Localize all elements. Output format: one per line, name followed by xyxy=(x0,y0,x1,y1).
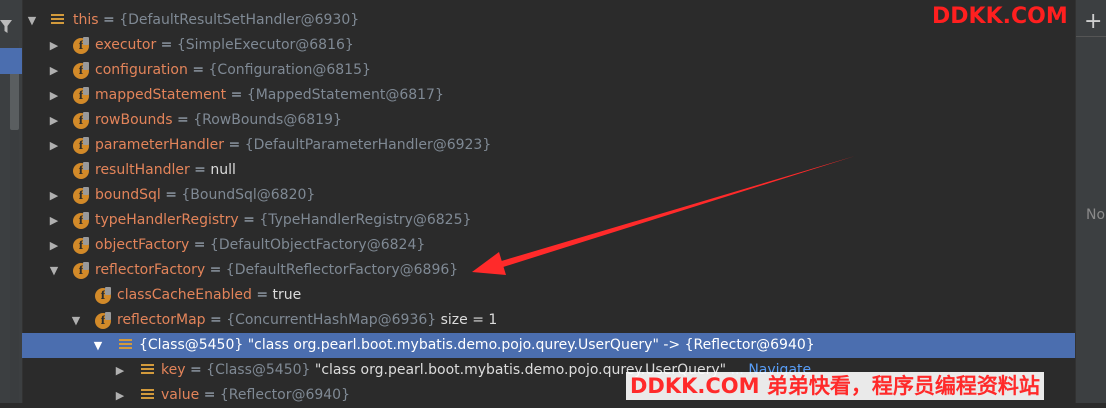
lock-icon xyxy=(83,137,89,145)
lock-icon xyxy=(83,162,89,170)
variable-name: boundSql xyxy=(95,187,161,203)
expand-right-icon[interactable]: ▶ xyxy=(48,183,60,208)
variable-name: this xyxy=(73,12,99,28)
variable-name: typeHandlerRegistry xyxy=(95,212,239,228)
lock-icon xyxy=(83,262,89,270)
add-watch-icon[interactable]: + xyxy=(1084,10,1102,34)
expand-right-icon[interactable]: ▶ xyxy=(114,383,126,408)
variable-value: {Configuration@6815} xyxy=(208,62,371,78)
variable-name: key xyxy=(161,362,186,378)
expand-right-icon[interactable]: ▶ xyxy=(48,58,60,83)
variable-name: executor xyxy=(95,37,157,53)
strip-divider xyxy=(1076,36,1106,37)
tree-row-reflectormap[interactable]: ▼ f reflectorMap = {ConcurrentHashMap@69… xyxy=(22,308,1075,333)
size-label: size = 1 xyxy=(436,312,498,328)
variable-value: null xyxy=(210,162,236,178)
expand-right-icon[interactable]: ▶ xyxy=(48,83,60,108)
tree-row-objectfactory[interactable]: ▶ f objectFactory = {DefaultObjectFactor… xyxy=(22,233,1075,258)
variable-value: {Reflector@6940} xyxy=(219,387,350,403)
tree-row-typehandlerregistry[interactable]: ▶ f typeHandlerRegistry = {TypeHandlerRe… xyxy=(22,208,1075,233)
lock-icon xyxy=(105,312,111,320)
map-entry-icon xyxy=(119,339,132,352)
tree-row-resulthandler[interactable]: f resultHandler = null xyxy=(22,158,1075,183)
lock-icon xyxy=(83,237,89,245)
expand-down-icon[interactable]: ▼ xyxy=(48,258,60,283)
variable-value: {DefaultReflectorFactory@6896} xyxy=(225,262,459,278)
variable-value: {TypeHandlerRegistry@6825} xyxy=(259,212,472,228)
variable-name: parameterHandler xyxy=(95,137,225,153)
entry-key-value: {Class@5450} xyxy=(139,337,244,353)
lock-icon xyxy=(83,87,89,95)
filter-icon[interactable] xyxy=(0,20,12,34)
variable-value: {SimpleExecutor@6816} xyxy=(176,37,354,53)
tree-row-parameterhandler[interactable]: ▶ f parameterHandler = {DefaultParameter… xyxy=(22,133,1075,158)
expand-right-icon[interactable]: ▶ xyxy=(114,358,126,383)
lock-icon xyxy=(83,37,89,45)
expand-right-icon[interactable]: ▶ xyxy=(48,108,60,133)
expand-down-icon[interactable]: ▼ xyxy=(92,333,104,358)
expand-right-icon[interactable]: ▶ xyxy=(48,33,60,58)
variable-value: {BoundSql@6820} xyxy=(181,187,316,203)
tree-row-executor[interactable]: ▶ f executor = {SimpleExecutor@6816} xyxy=(22,33,1075,58)
variable-name: value xyxy=(161,387,200,403)
local-variable-icon xyxy=(51,14,64,27)
tree-row-map-entry[interactable]: ▼ {Class@5450} "class org.pearl.boot.myb… xyxy=(22,333,1075,358)
variable-value: {Class@5450} xyxy=(206,362,311,378)
entry-description: "class org.pearl.boot.mybatis.demo.pojo.… xyxy=(243,337,815,353)
tree-row-mappedstatement[interactable]: ▶ f mappedStatement = {MappedStatement@6… xyxy=(22,83,1075,108)
lock-icon xyxy=(83,62,89,70)
expand-down-icon[interactable]: ▼ xyxy=(26,8,38,33)
lock-icon xyxy=(83,112,89,120)
variable-value: {DefaultParameterHandler@6923} xyxy=(244,137,492,153)
right-tool-strip xyxy=(1075,0,1106,403)
expand-down-icon[interactable]: ▼ xyxy=(70,308,82,333)
variable-name: reflectorFactory xyxy=(95,262,206,278)
gutter-selection-marker xyxy=(0,48,22,74)
variable-value: {MappedStatement@6817} xyxy=(246,87,444,103)
variable-value: {DefaultObjectFactory@6824} xyxy=(209,237,426,253)
variable-name: configuration xyxy=(95,62,188,78)
variable-name: resultHandler xyxy=(95,162,190,178)
variable-name: classCacheEnabled xyxy=(117,287,252,303)
variables-tree[interactable]: ▼ this = {DefaultResultSetHandler@6930} … xyxy=(22,8,1075,403)
watermark-top: DDKK.COM xyxy=(932,4,1068,29)
variable-value: true xyxy=(272,287,302,303)
expand-right-icon[interactable]: ▶ xyxy=(48,208,60,233)
local-variable-icon xyxy=(141,364,154,377)
variable-value: {RowBounds@6819} xyxy=(193,112,342,128)
tree-row-this[interactable]: ▼ this = {DefaultResultSetHandler@6930} xyxy=(22,8,1075,33)
lock-icon xyxy=(83,187,89,195)
tree-row-reflectorfactory[interactable]: ▼ f reflectorFactory = {DefaultReflector… xyxy=(22,258,1075,283)
variable-name: reflectorMap xyxy=(117,312,206,328)
variable-name: mappedStatement xyxy=(95,87,227,103)
variable-value: {ConcurrentHashMap@6936} xyxy=(226,312,437,328)
expand-right-icon[interactable]: ▶ xyxy=(48,233,60,258)
side-panel-text: No xyxy=(1086,207,1106,223)
tree-row-boundsql[interactable]: ▶ f boundSql = {BoundSql@6820} xyxy=(22,183,1075,208)
variable-name: rowBounds xyxy=(95,112,173,128)
tree-row-configuration[interactable]: ▶ f configuration = {Configuration@6815} xyxy=(22,58,1075,83)
watermark-bottom: DDKK.COM 弟弟快看，程序员编程资料站 xyxy=(626,372,1044,400)
variable-name: objectFactory xyxy=(95,237,190,253)
lock-icon xyxy=(105,287,111,295)
tree-row-classcacheenabled[interactable]: f classCacheEnabled = true xyxy=(22,283,1075,308)
tree-row-rowbounds[interactable]: ▶ f rowBounds = {RowBounds@6819} xyxy=(22,108,1075,133)
lock-icon xyxy=(83,212,89,220)
expand-right-icon[interactable]: ▶ xyxy=(48,133,60,158)
local-variable-icon xyxy=(141,389,154,402)
variable-value: {DefaultResultSetHandler@6930} xyxy=(119,12,360,28)
